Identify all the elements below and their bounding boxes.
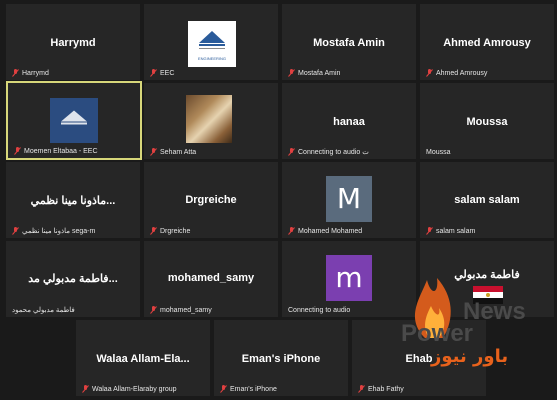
- participant-label: Moemen Eltabaa - EEC: [14, 147, 98, 155]
- participant-label: mohamed_samy: [150, 306, 212, 314]
- mic-muted-icon: [358, 385, 365, 393]
- company-logo: [50, 98, 98, 143]
- logo-icon: [199, 31, 225, 49]
- participant-name: Mostafa Amin: [313, 37, 385, 49]
- participant-label: Drgreiche: [150, 227, 190, 235]
- participant-label: Connecting to audio ت: [288, 148, 369, 156]
- participant-label: Ehab Fathy: [358, 385, 404, 393]
- participant-tile[interactable]: ENGINEERING EEC: [144, 4, 278, 80]
- watermark-arabic: باور نيوز: [431, 346, 509, 367]
- participant-tile[interactable]: Walaa Allam-Ela... Walaa Allam-Elaraby g…: [76, 320, 210, 396]
- participant-label: Harrymd: [12, 69, 49, 77]
- mic-muted-icon: [426, 227, 433, 235]
- participant-label: Ahmed Amrousy: [426, 69, 487, 77]
- participant-name: Ahmed Amrousy: [443, 37, 531, 49]
- mic-muted-icon: [12, 227, 19, 235]
- participant-tile[interactable]: Ahmed Amrousy Ahmed Amrousy: [420, 4, 554, 80]
- avatar: m: [326, 255, 372, 301]
- participant-label: Moussa: [426, 149, 451, 156]
- participant-name: Harrymd: [50, 37, 96, 49]
- participant-tile[interactable]: Eman's iPhone Eman's iPhone: [214, 320, 348, 396]
- mic-muted-icon: [220, 385, 227, 393]
- logo-icon: [61, 110, 87, 124]
- participant-name: Eman's iPhone: [241, 353, 321, 365]
- participant-label: Connecting to audio: [288, 307, 351, 314]
- participant-name: Drgreiche: [185, 194, 237, 206]
- mic-muted-icon: [150, 227, 157, 235]
- participant-name: salam salam: [454, 194, 520, 206]
- participant-label: Walaa Allam-Elaraby group: [82, 385, 177, 393]
- participant-tile[interactable]: M Mohamed Mohamed: [282, 162, 416, 238]
- mic-muted-icon: [150, 306, 157, 314]
- participant-tile[interactable]: فاطمة مدبولي مد... فاطمة مدبولي محمود: [6, 241, 140, 317]
- participant-tile[interactable]: Drgreiche Drgreiche: [144, 162, 278, 238]
- participant-photo: [186, 95, 232, 143]
- participant-name: Walaa Allam-Ela...: [96, 353, 190, 365]
- participant-label: salam salam: [426, 227, 475, 235]
- participant-tile[interactable]: ماذونا مينا نظمي... ماذونا مينا نظمي seg…: [6, 162, 140, 238]
- participant-label: Eman's iPhone: [220, 385, 277, 393]
- participant-label: Mostafa Amin: [288, 69, 340, 77]
- participant-name: hanaa: [333, 116, 365, 128]
- participant-tile-active[interactable]: Moemen Eltabaa - EEC: [6, 81, 142, 160]
- connecting-audio-icon: [288, 148, 295, 156]
- mic-muted-icon: [82, 385, 89, 393]
- participant-name: ماذونا مينا نظمي...: [30, 195, 116, 207]
- company-logo: ENGINEERING: [188, 21, 236, 67]
- newspower-watermark: News Power باور نيوز: [395, 268, 535, 378]
- mic-muted-icon: [14, 147, 21, 155]
- participant-tile[interactable]: Harrymd Harrymd: [6, 4, 140, 80]
- participant-tile[interactable]: hanaa Connecting to audio ت: [282, 83, 416, 159]
- avatar: M: [326, 176, 372, 222]
- mic-muted-icon: [12, 69, 19, 77]
- participant-tile[interactable]: Mostafa Amin Mostafa Amin: [282, 4, 416, 80]
- participant-label: EEC: [150, 69, 174, 77]
- participant-tile[interactable]: salam salam salam salam: [420, 162, 554, 238]
- participant-name: Moussa: [466, 116, 508, 128]
- participant-label: Seham Atta: [150, 148, 196, 156]
- mic-muted-icon: [150, 148, 157, 156]
- participant-label: فاطمة مدبولي محمود: [12, 307, 75, 314]
- participant-tile[interactable]: Seham Atta: [144, 83, 278, 159]
- participant-name: فاطمة مدبولي مد...: [28, 273, 118, 285]
- mic-muted-icon: [288, 69, 295, 77]
- participant-tile[interactable]: mohamed_samy mohamed_samy: [144, 241, 278, 317]
- participant-label: ماذونا مينا نظمي sega-m: [12, 227, 95, 235]
- participant-label: Mohamed Mohamed: [288, 227, 362, 235]
- mic-muted-icon: [150, 69, 157, 77]
- participant-tile[interactable]: Moussa Moussa: [420, 83, 554, 159]
- watermark-power: Power: [401, 320, 474, 347]
- mic-muted-icon: [288, 227, 295, 235]
- participant-name: mohamed_samy: [167, 272, 255, 284]
- logo-text: ENGINEERING: [197, 56, 226, 61]
- mic-muted-icon: [426, 69, 433, 77]
